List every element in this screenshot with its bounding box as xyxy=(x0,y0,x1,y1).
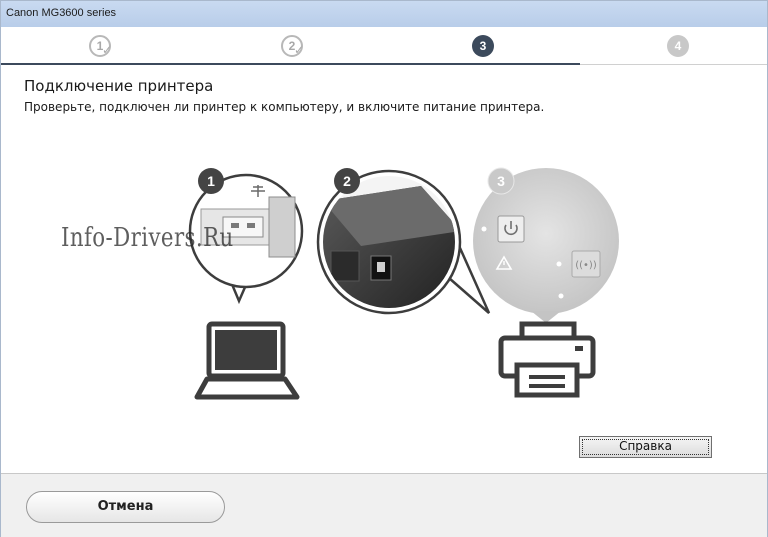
help-focus-outline xyxy=(582,439,709,455)
installer-window: Canon MG3600 series 1 ✓ 2 ✓ 3 4 Подключе… xyxy=(0,0,768,537)
step-progress-line xyxy=(1,63,580,65)
step-badge-3: 3 xyxy=(487,167,515,195)
step-1-done: 1 ✓ xyxy=(89,35,113,59)
cancel-button[interactable]: Отмена xyxy=(26,491,225,523)
svg-text:((•)): ((•)) xyxy=(575,260,597,271)
badge-2-number: 2 xyxy=(343,173,351,189)
page-title: Подключение принтера xyxy=(24,77,214,95)
step-3-number: 3 xyxy=(472,35,494,57)
step-4-future: 4 xyxy=(667,35,691,59)
printer-icon xyxy=(498,321,596,398)
badge-3-number: 3 xyxy=(497,173,505,189)
title-bar: Canon MG3600 series xyxy=(1,1,767,27)
step-badge-2: 2 xyxy=(334,168,360,194)
watermark-text: Info-Drivers.Ru xyxy=(61,223,234,253)
step-remaining-line xyxy=(580,64,767,65)
footer-bar: Отмена xyxy=(1,474,767,537)
step-3-active: 3 xyxy=(472,35,496,59)
connection-illustration: 1 2 ((•)) 3 xyxy=(188,167,619,400)
page-description: Проверьте, подключен ли принтер к компью… xyxy=(24,100,545,114)
badge-1-number: 1 xyxy=(207,173,215,189)
checkmark-icon: ✓ xyxy=(102,43,113,57)
laptop-icon xyxy=(194,321,300,400)
help-button[interactable]: Справка xyxy=(579,436,712,458)
cancel-button-label: Отмена xyxy=(97,499,154,514)
checkmark-icon: ✓ xyxy=(294,43,305,57)
step-2-done: 2 ✓ xyxy=(281,35,305,59)
window-title: Canon MG3600 series xyxy=(6,7,117,19)
step-4-number: 4 xyxy=(667,35,689,57)
step-indicator: 1 ✓ 2 ✓ 3 4 xyxy=(1,27,767,65)
step-badge-1: 1 xyxy=(198,168,224,194)
